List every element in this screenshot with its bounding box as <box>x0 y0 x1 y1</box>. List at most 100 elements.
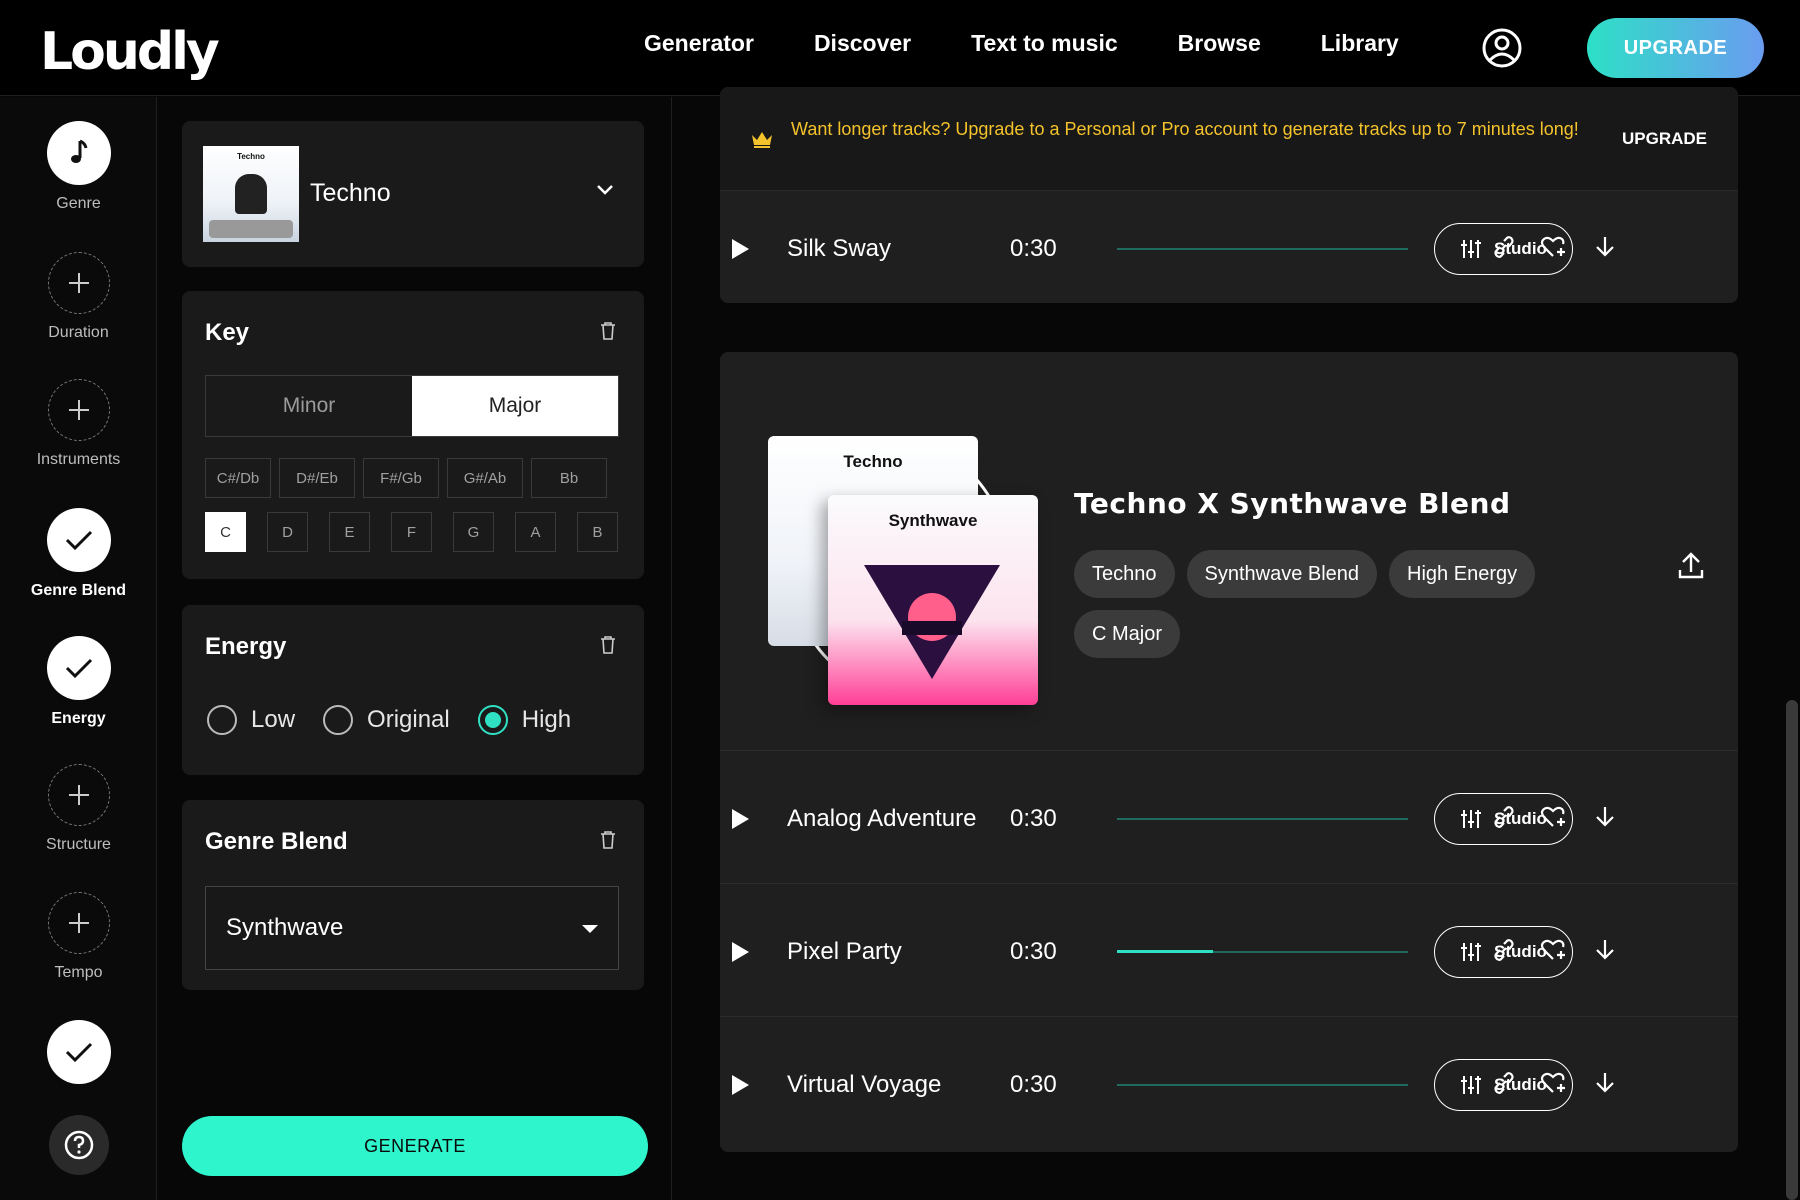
sliders-icon <box>1461 1076 1482 1094</box>
heart-add-icon[interactable] <box>1540 938 1570 962</box>
banner-upgrade-link[interactable]: UPGRADE <box>1622 129 1707 149</box>
link-icon[interactable] <box>1492 805 1516 829</box>
download-icon[interactable] <box>1594 1071 1616 1095</box>
heart-add-icon[interactable] <box>1540 1071 1570 1095</box>
step-label-genre: Genre <box>56 195 101 212</box>
trash-icon[interactable] <box>600 321 616 341</box>
radio-high[interactable] <box>477 705 508 735</box>
download-icon[interactable] <box>1594 805 1616 829</box>
radio-low[interactable] <box>207 705 237 735</box>
key-g-sharp[interactable]: G#/Ab <box>447 458 523 498</box>
mode-minor[interactable]: Minor <box>206 376 412 436</box>
tag-key[interactable]: C Major <box>1074 610 1181 658</box>
key-c-sharp[interactable]: C#/Db <box>205 458 271 498</box>
track-progress[interactable] <box>1117 818 1408 820</box>
heart-add-icon[interactable] <box>1540 235 1570 259</box>
energy-options: Low Original High <box>207 705 599 735</box>
share-upload-icon[interactable] <box>1678 552 1704 580</box>
track-row: Pixel Party 0:30 Studio <box>720 894 1738 1012</box>
result-box-2: Techno Synthwave Techno X Synthwave Blen… <box>720 352 1738 1152</box>
plus-icon <box>68 913 89 933</box>
cover-synthwave: Synthwave <box>828 495 1038 705</box>
blend-title: Techno X Synthwave Blend <box>1074 487 1511 520</box>
step-duration[interactable]: Duration <box>0 252 157 342</box>
link-icon[interactable] <box>1492 235 1516 259</box>
header-upgrade-button[interactable]: UPGRADE <box>1587 18 1764 78</box>
nav-discover[interactable]: Discover <box>814 30 911 57</box>
help-button[interactable] <box>0 1115 157 1175</box>
track-row: Analog Adventure 0:30 Studio <box>720 761 1738 879</box>
generator-panel: Techno Techno Key Minor Major C#/Db D#/E… <box>158 97 672 1200</box>
genre-blend-select[interactable]: Synthwave <box>205 886 619 970</box>
download-icon[interactable] <box>1594 938 1616 962</box>
natural-keys-row: C D E F G A B <box>205 512 618 552</box>
key-d[interactable]: D <box>267 512 308 552</box>
radio-label-high: High <box>521 706 572 733</box>
radio-original[interactable] <box>323 705 354 735</box>
caret-down-icon <box>582 925 598 933</box>
key-f-sharp[interactable]: F#/Gb <box>363 458 439 498</box>
nav-library[interactable]: Library <box>1321 30 1399 57</box>
key-e[interactable]: E <box>329 512 370 552</box>
tag-energy[interactable]: High Energy <box>1389 550 1536 598</box>
nav-text-to-music[interactable]: Text to music <box>971 30 1118 57</box>
key-g[interactable]: G <box>453 512 494 552</box>
key-c[interactable]: C <box>205 512 246 552</box>
step-instruments[interactable]: Instruments <box>0 379 157 469</box>
step-genre[interactable]: Genre <box>0 121 157 213</box>
chevron-down-icon[interactable] <box>596 184 614 196</box>
track-name: Silk Sway <box>787 235 892 262</box>
play-icon[interactable] <box>732 942 749 962</box>
track-row: Virtual Voyage 0:30 Studio <box>720 1027 1738 1145</box>
link-icon[interactable] <box>1492 938 1516 962</box>
heart-add-icon[interactable] <box>1540 805 1570 829</box>
trash-icon[interactable] <box>600 830 616 850</box>
step-energy[interactable]: Energy <box>0 636 157 728</box>
genre-blend-value: Synthwave <box>226 914 344 941</box>
page-scrollbar[interactable] <box>1786 700 1798 1200</box>
mode-major[interactable]: Major <box>412 376 618 436</box>
track-duration: 0:30 <box>1010 1071 1057 1098</box>
check-icon <box>65 1042 92 1063</box>
play-icon[interactable] <box>732 1075 749 1095</box>
key-d-sharp[interactable]: D#/Eb <box>279 458 355 498</box>
track-progress[interactable] <box>1117 1084 1408 1086</box>
key-b[interactable]: B <box>577 512 618 552</box>
sliders-icon <box>1461 240 1482 258</box>
download-icon[interactable] <box>1594 235 1616 259</box>
radio-label-original: Original <box>367 706 450 733</box>
nav-generator[interactable]: Generator <box>644 30 754 57</box>
upgrade-banner-text: Want longer tracks? Upgrade to a Persona… <box>791 119 1579 139</box>
loudly-logo[interactable]: Loudly <box>40 22 220 82</box>
step-structure[interactable]: Structure <box>0 764 157 854</box>
step-genre-blend[interactable]: Genre Blend <box>0 508 157 600</box>
plus-icon <box>68 400 89 420</box>
energy-card: Energy Low Original High <box>182 605 644 775</box>
tag-blend[interactable]: Synthwave Blend <box>1186 550 1378 598</box>
key-a[interactable]: A <box>515 512 556 552</box>
sharp-keys-row: C#/Db D#/Eb F#/Gb G#/Ab Bb <box>205 458 607 498</box>
sliders-icon <box>1461 810 1482 828</box>
key-f[interactable]: F <box>391 512 432 552</box>
main-nav: Generator Discover Text to music Browse … <box>644 30 1459 57</box>
generate-button[interactable]: GENERATE <box>182 1116 648 1176</box>
trash-icon[interactable] <box>600 635 616 655</box>
track-duration: 0:30 <box>1010 938 1057 965</box>
track-duration: 0:30 <box>1010 805 1057 832</box>
step-tempo[interactable]: Tempo <box>0 892 157 982</box>
track-progress[interactable] <box>1117 248 1408 250</box>
key-b-flat[interactable]: Bb <box>531 458 607 498</box>
nav-browse[interactable]: Browse <box>1178 30 1261 57</box>
play-icon[interactable] <box>732 239 749 259</box>
play-icon[interactable] <box>732 809 749 829</box>
link-icon[interactable] <box>1492 1071 1516 1095</box>
step-label-tempo: Tempo <box>54 964 103 981</box>
track-progress[interactable] <box>1117 950 1408 953</box>
user-account-icon[interactable] <box>1482 28 1522 68</box>
plus-icon <box>68 273 89 293</box>
step-finish[interactable] <box>0 1020 157 1084</box>
step-rail: Genre Duration Instruments Genre Blend E… <box>0 97 157 1200</box>
genre-selector-card[interactable]: Techno Techno <box>182 121 644 267</box>
results-area: Want longer tracks? Upgrade to a Persona… <box>673 87 1800 1200</box>
tag-genre[interactable]: Techno <box>1074 550 1175 598</box>
